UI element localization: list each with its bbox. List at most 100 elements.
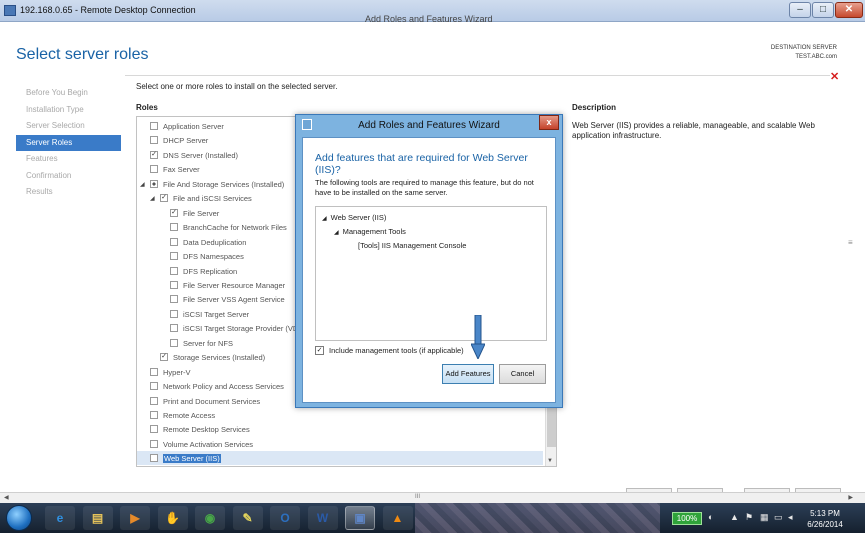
feature-label: [Tools] IIS Management Console (358, 241, 467, 250)
roles-header: Roles (136, 103, 158, 112)
role-checkbox[interactable] (150, 425, 158, 433)
nav-item-before-you-begin[interactable]: Before You Begin (16, 85, 121, 102)
clock[interactable]: 5:13 PM 6/26/2014 (800, 508, 850, 530)
nav-item-server-selection[interactable]: Server Selection (16, 118, 121, 135)
role-label: Network Policy and Access Services (163, 381, 284, 391)
role-label: Server for NFS (183, 338, 234, 348)
scroll-down-icon[interactable]: ▼ (547, 458, 553, 464)
role-checkbox[interactable]: ✓ (170, 209, 178, 217)
instruction-text: Select one or more roles to install on t… (136, 82, 338, 91)
add-features-dialog: Add Roles and Features Wizard x Add feat… (295, 114, 563, 408)
close-button[interactable]: ✕ (835, 2, 863, 18)
destination-label: DESTINATION SERVER (770, 45, 837, 51)
role-checkbox[interactable] (170, 252, 178, 260)
battery-indicator[interactable]: 100% (672, 512, 702, 525)
maximize-button[interactable]: □ (812, 2, 834, 18)
file-explorer-icon[interactable]: ▤ (82, 506, 113, 530)
role-label: iSCSI Target Storage Provider (VD (183, 323, 299, 333)
role-row[interactable]: Remote Desktop Services (137, 422, 543, 436)
network-icon[interactable]: ▦ (760, 512, 769, 523)
role-checkbox[interactable] (150, 368, 158, 376)
outlook-icon[interactable]: O (270, 506, 300, 530)
role-checkbox[interactable] (170, 310, 178, 318)
role-checkbox[interactable]: ✓ (160, 353, 168, 361)
word-icon[interactable]: W (307, 506, 338, 530)
role-row[interactable]: Volume Activation Services (137, 437, 543, 451)
role-checkbox[interactable]: ✓ (160, 194, 168, 202)
add-features-button[interactable]: Add Features (442, 364, 494, 384)
role-label: Storage Services (Installed) (173, 352, 266, 362)
role-checkbox[interactable] (150, 136, 158, 144)
role-checkbox[interactable] (170, 281, 178, 289)
include-tools-checkbox[interactable]: ✓ (315, 346, 324, 355)
role-row[interactable]: Remote Access (137, 408, 543, 422)
ie-icon[interactable]: e (45, 506, 75, 530)
role-label: File Server Resource Manager (183, 280, 286, 290)
scrollbar-thumb[interactable] (547, 407, 556, 447)
scroll-right-icon[interactable]: ▶ (848, 494, 853, 501)
vlc-icon[interactable]: ▲ (382, 506, 413, 530)
role-checkbox[interactable] (150, 165, 158, 173)
minimize-button[interactable]: – (789, 2, 811, 18)
display-icon[interactable]: ▭ (774, 512, 783, 523)
clock-date: 6/26/2014 (807, 520, 843, 529)
role-checkbox[interactable] (170, 238, 178, 246)
role-checkbox[interactable] (150, 122, 158, 130)
role-checkbox[interactable] (170, 223, 178, 231)
role-label: Hyper-V (163, 367, 191, 377)
nav-item-installation-type[interactable]: Installation Type (16, 102, 121, 119)
horizontal-scrollbar[interactable]: ◀ III ▶ (0, 492, 865, 503)
required-features-tree[interactable]: ◢ Web Server (IIS) ◢ Management Tools [Tools… (315, 206, 547, 341)
red-app-icon[interactable]: ✋ (157, 506, 188, 530)
expand-arrow-icon[interactable]: ◢ (322, 216, 327, 222)
nav-item-results[interactable]: Results (16, 184, 121, 201)
dialog-title: Add Roles and Features Wizard (358, 120, 500, 131)
feature-tree-item[interactable]: [Tools] IIS Management Console (358, 241, 466, 250)
remote-desktop-icon[interactable]: ▣ (345, 506, 375, 530)
role-row[interactable]: Web Server (IIS) (137, 451, 543, 465)
volume-icon[interactable]: ◂ (788, 512, 793, 523)
role-checkbox[interactable] (150, 411, 158, 419)
expand-arrow-icon[interactable]: ◢ (334, 230, 339, 236)
role-checkbox[interactable] (150, 397, 158, 405)
role-label: Remote Desktop Services (163, 424, 250, 434)
nav-item-confirmation[interactable]: Confirmation (16, 168, 121, 185)
expand-arrow-icon[interactable]: ◢ (150, 195, 158, 202)
dialog-heading: Add features that are required for Web S… (315, 152, 528, 176)
role-checkbox[interactable]: ✓ (150, 151, 158, 159)
scrollbar-grip[interactable]: III (415, 494, 420, 500)
expand-arrow-icon[interactable]: ◢ (140, 181, 148, 188)
chrome-icon[interactable]: ◉ (195, 506, 225, 530)
notes-icon[interactable]: ✎ (232, 506, 263, 530)
show-hidden-icons[interactable]: ▲ (730, 512, 739, 522)
page-title: Select server roles (16, 46, 149, 63)
window-title: 192.168.0.65 - Remote Desktop Connection (20, 5, 196, 15)
scroll-left-icon[interactable]: ◀ (4, 494, 9, 501)
dialog-title-bar[interactable]: Add Roles and Features Wizard x (296, 115, 562, 135)
power-icon[interactable]: ◐ (708, 512, 713, 522)
role-checkbox[interactable] (170, 267, 178, 275)
role-checkbox[interactable] (170, 339, 178, 347)
header-divider (125, 75, 830, 76)
start-button[interactable] (6, 505, 32, 531)
media-player-icon[interactable]: ▶ (120, 506, 150, 530)
nav-item-features[interactable]: Features (16, 151, 121, 168)
role-checkbox[interactable] (150, 440, 158, 448)
role-checkbox[interactable] (170, 295, 178, 303)
dialog-close-button[interactable]: x (539, 115, 559, 130)
role-checkbox[interactable] (170, 324, 178, 332)
dialog-cancel-button[interactable]: Cancel (499, 364, 546, 384)
wizard-nav: Before You Begin Installation Type Server … (16, 85, 121, 201)
include-tools-option[interactable]: ✓ Include management tools (if applicabl… (315, 346, 464, 355)
action-center-flag-icon[interactable]: ⚑ (745, 512, 753, 523)
role-checkbox[interactable] (150, 454, 158, 462)
remote-desktop-title-bar[interactable]: 192.168.0.65 - Remote Desktop Connection… (0, 0, 865, 24)
nav-item-server-roles[interactable]: Server Roles (16, 134, 121, 151)
feature-tree-item[interactable]: ◢ Management Tools (334, 227, 406, 236)
role-checkbox[interactable] (150, 180, 158, 188)
role-label: Data Deduplication (183, 237, 247, 247)
wizard-close-icon[interactable]: ✕ (830, 70, 839, 83)
feature-tree-item[interactable]: ◢ Web Server (IIS) (322, 213, 386, 222)
role-checkbox[interactable] (150, 382, 158, 390)
remote-desktop-icon (4, 5, 16, 16)
